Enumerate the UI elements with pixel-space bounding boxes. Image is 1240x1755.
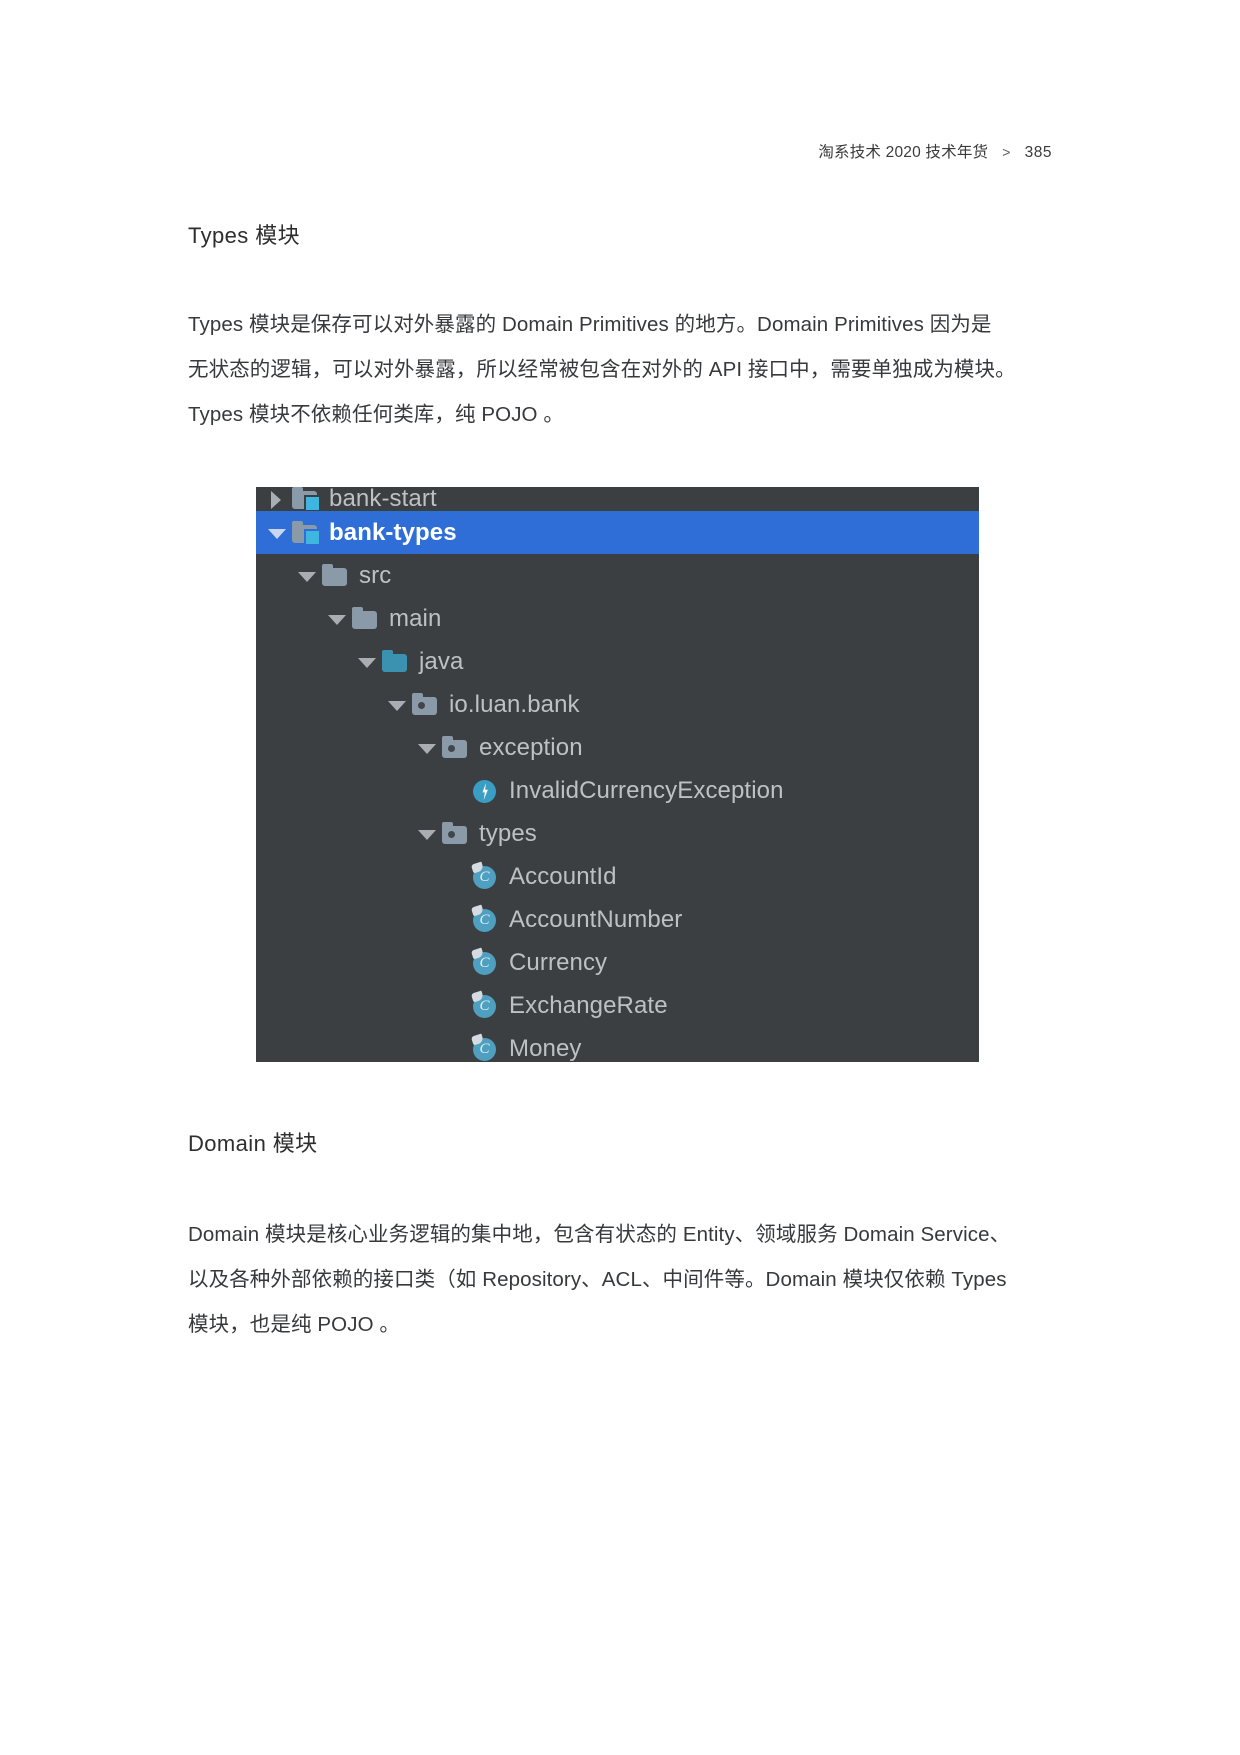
- tree-row[interactable]: InvalidCurrencyException: [256, 769, 979, 812]
- tree-row[interactable]: C Money: [256, 1027, 979, 1062]
- section-heading-domain: Domain 模块: [188, 1131, 318, 1156]
- tree-row-content: C Money: [256, 1027, 582, 1062]
- tree-row-content: bank-types: [256, 511, 457, 554]
- folder-icon: [320, 554, 350, 597]
- class-icon: C: [470, 1027, 500, 1062]
- tree-row-content: InvalidCurrencyException: [256, 769, 784, 812]
- tree-row-label: main: [389, 605, 442, 632]
- paragraph-line: Types 模块不依赖任何类库，纯 POJO 。: [188, 403, 564, 426]
- package-icon: [440, 726, 470, 769]
- paragraph-line: Types 模块是保存可以对外暴露的 Domain Primitives 的地方…: [188, 313, 992, 336]
- tree-row-content: src: [256, 554, 391, 597]
- tree-row-label: InvalidCurrencyException: [509, 777, 784, 804]
- section-heading-types: Types 模块: [188, 223, 301, 248]
- class-icon: C: [470, 898, 500, 941]
- tree-row[interactable]: C Currency: [256, 941, 979, 984]
- tree-row[interactable]: bank-start: [256, 487, 979, 512]
- no-arrow-spacer: [444, 898, 470, 941]
- tree-row[interactable]: C ExchangeRate: [256, 984, 979, 1027]
- tree-row-content: main: [256, 597, 441, 640]
- chevron-down-icon[interactable]: [414, 726, 440, 769]
- tree-row-label: Currency: [509, 949, 608, 976]
- document-page: 淘系技术 2020 技术年货 > 385 Types 模块 Types 模块是保…: [0, 0, 1240, 1755]
- tree-row-content: C AccountNumber: [256, 898, 682, 941]
- page-number: 385: [1024, 144, 1052, 161]
- chevron-down-icon[interactable]: [384, 683, 410, 726]
- paragraph-line: 无状态的逻辑，可以对外暴露，所以经常被包含在对外的 API 接口中，需要单独成为…: [188, 358, 1016, 381]
- chevron-down-icon[interactable]: [354, 640, 380, 683]
- no-arrow-spacer: [444, 855, 470, 898]
- tree-row-content: C AccountId: [256, 855, 617, 898]
- tree-row-label: java: [419, 648, 464, 675]
- tree-row-label: AccountId: [509, 863, 617, 890]
- paragraph-types: Types 模块是保存可以对外暴露的 Domain Primitives 的地方…: [188, 302, 1054, 437]
- package-icon: [410, 683, 440, 726]
- tree-row-content: types: [256, 812, 537, 855]
- package-icon: [440, 812, 470, 855]
- no-arrow-spacer: [444, 1027, 470, 1062]
- source-root-folder-icon: [380, 640, 410, 683]
- paragraph-line: 模块，也是纯 POJO 。: [188, 1313, 401, 1336]
- tree-row-content: io.luan.bank: [256, 683, 580, 726]
- chevron-down-icon[interactable]: [324, 597, 350, 640]
- tree-row[interactable]: src: [256, 554, 979, 597]
- tree-row[interactable]: io.luan.bank: [256, 683, 979, 726]
- tree-row[interactable]: bank-types: [256, 511, 979, 554]
- tree-row-content: C ExchangeRate: [256, 984, 668, 1027]
- chevron-down-icon[interactable]: [264, 511, 290, 554]
- no-arrow-spacer: [444, 941, 470, 984]
- chevron-down-icon[interactable]: [294, 554, 320, 597]
- tree-row-content: C Currency: [256, 941, 607, 984]
- tree-row-label: src: [359, 562, 392, 589]
- tree-row-label: AccountNumber: [509, 906, 683, 933]
- no-arrow-spacer: [444, 769, 470, 812]
- tree-row[interactable]: types: [256, 812, 979, 855]
- tree-row-content: java: [256, 640, 463, 683]
- tree-row-content: exception: [256, 726, 583, 769]
- chevron-down-icon[interactable]: [414, 812, 440, 855]
- class-icon: C: [470, 855, 500, 898]
- header-book-title: 淘系技术 2020 技术年货: [818, 144, 989, 161]
- tree-row[interactable]: C AccountNumber: [256, 898, 979, 941]
- tree-row-label: ExchangeRate: [509, 992, 668, 1019]
- module-folder-icon: [290, 511, 321, 554]
- tree-row-label: bank-types: [329, 519, 457, 546]
- exception-class-icon: [470, 769, 500, 812]
- ide-project-tree-screenshot: bank-start bank-types src main java io.luan.b…: [256, 487, 979, 1062]
- paragraph-line: Domain 模块是核心业务逻辑的集中地，包含有状态的 Entity、领域服务 …: [188, 1223, 1011, 1246]
- class-icon: C: [470, 941, 500, 984]
- tree-row[interactable]: java: [256, 640, 979, 683]
- tree-row-label: io.luan.bank: [449, 691, 580, 718]
- tree-row[interactable]: C AccountId: [256, 855, 979, 898]
- tree-row-label: types: [479, 820, 537, 847]
- header-separator: >: [1002, 144, 1011, 160]
- no-arrow-spacer: [444, 984, 470, 1027]
- class-icon: C: [470, 984, 500, 1027]
- paragraph-line: 以及各种外部依赖的接口类（如 Repository、ACL、中间件等。Domai…: [188, 1268, 1007, 1291]
- folder-icon: [350, 597, 380, 640]
- tree-row-label: exception: [479, 734, 583, 761]
- paragraph-domain: Domain 模块是核心业务逻辑的集中地，包含有状态的 Entity、领域服务 …: [188, 1212, 1054, 1347]
- tree-row-label: Money: [509, 1035, 582, 1062]
- tree-row[interactable]: main: [256, 597, 979, 640]
- tree-row[interactable]: exception: [256, 726, 979, 769]
- running-header: 淘系技术 2020 技术年货 > 385: [818, 140, 1052, 162]
